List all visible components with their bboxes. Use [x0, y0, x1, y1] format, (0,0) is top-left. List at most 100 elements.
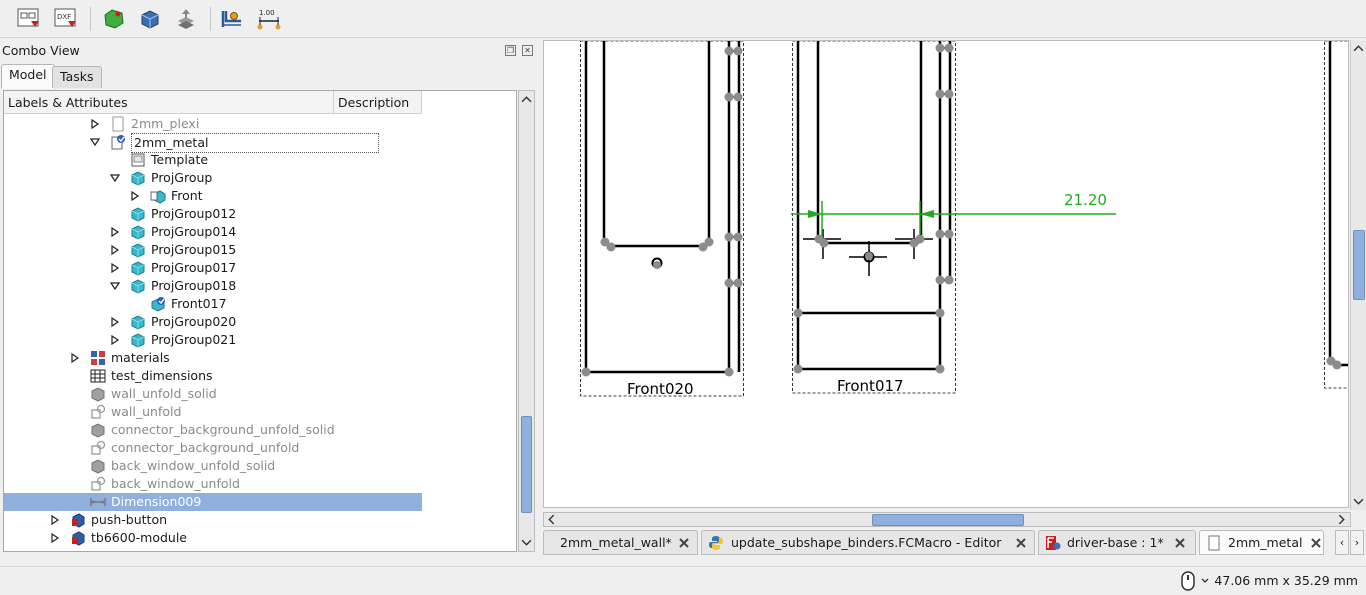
tree-item[interactable]: materials — [4, 349, 422, 367]
view-front020[interactable] — [580, 41, 744, 397]
tree-item[interactable]: ProjGroup014 — [4, 223, 422, 241]
tree-item[interactable]: ProjGroup — [4, 169, 422, 187]
close-icon[interactable] — [678, 537, 690, 549]
chevron-down-icon[interactable] — [90, 137, 100, 147]
tree-item[interactable]: wall_unfold_solid — [4, 385, 422, 403]
close-panel-icon[interactable]: ✕ — [522, 45, 533, 56]
insert-dimension-button[interactable] — [218, 5, 246, 33]
toolbar-separator — [90, 7, 91, 31]
cube-icon — [131, 225, 145, 240]
cube-icon — [131, 261, 145, 276]
tree-item[interactable]: 2mm_plexi — [4, 115, 422, 133]
spreadsheet-icon — [90, 369, 106, 383]
tree-item[interactable]: push-button — [4, 511, 422, 529]
tree-scroll-thumb[interactable] — [521, 416, 532, 513]
chevron-right-icon[interactable] — [110, 227, 120, 237]
close-icon[interactable] — [1310, 537, 1322, 549]
chevron-right-icon[interactable] — [50, 533, 60, 543]
column-header-labels[interactable]: Labels & Attributes — [4, 91, 334, 114]
cube-icon — [131, 315, 145, 330]
doc-tab-driver-base[interactable]: driver-base : 1* — [1038, 530, 1196, 555]
tree-item[interactable]: ProjGroup015 — [4, 241, 422, 259]
spreadsheet-view-icon — [178, 9, 194, 29]
toolbar-separator — [210, 7, 211, 31]
tree-item[interactable]: ProjGroup012 — [4, 205, 422, 223]
tree-item[interactable]: tb6600-module — [4, 529, 422, 547]
tree-item-label: ProjGroup — [151, 170, 213, 185]
drawing-vertical-scroll-thumb[interactable] — [1353, 230, 1365, 300]
tree-item-label: ProjGroup012 — [151, 206, 237, 221]
tree-item[interactable]: Front — [4, 187, 422, 205]
drawing-vertical-scrollbar[interactable] — [1350, 40, 1366, 510]
mouse-icon[interactable] — [1180, 571, 1210, 591]
scroll-left-icon[interactable] — [546, 514, 557, 525]
chevron-right-icon[interactable] — [110, 263, 120, 273]
arch-view-button[interactable] — [136, 5, 164, 33]
doc-tab-2mm-metal-wall[interactable]: 2mm_metal_wall* — [543, 530, 698, 555]
chevron-right-icon[interactable] — [130, 191, 140, 201]
tree-item[interactable]: connector_background_unfold_solid — [4, 421, 422, 439]
chevron-down-icon[interactable] — [110, 173, 120, 183]
scroll-right-icon[interactable] — [1336, 514, 1347, 525]
column-header-description[interactable]: Description — [334, 91, 422, 114]
tree-item[interactable]: ProjGroup020 — [4, 313, 422, 331]
model-tree[interactable]: Labels & Attributes Description 2mm_plex… — [3, 90, 517, 552]
close-icon[interactable] — [1015, 537, 1027, 549]
scroll-down-icon[interactable] — [1353, 496, 1364, 507]
tab-model[interactable]: Model — [1, 64, 55, 89]
scroll-up-icon[interactable] — [1353, 43, 1364, 54]
part-icon — [72, 513, 85, 528]
chevron-down-icon[interactable] — [110, 281, 120, 291]
tree-item-label: ProjGroup017 — [151, 260, 237, 275]
tree-item[interactable]: Front017 — [4, 295, 422, 313]
doc-tab-2mm-metal[interactable]: 2mm_metal — [1199, 530, 1324, 555]
spreadsheet-view-button[interactable] — [172, 5, 200, 33]
tree-item[interactable]: 2mm_metal — [4, 133, 422, 153]
export-dxf-button[interactable]: DXF — [51, 5, 79, 33]
scroll-up-icon[interactable] — [521, 94, 532, 105]
tree-item-label: wall_unfold — [111, 404, 182, 419]
chevron-right-icon[interactable] — [90, 119, 100, 129]
view-label-front020[interactable]: Front020 — [627, 380, 694, 398]
scroll-down-icon[interactable] — [521, 537, 532, 548]
tree-item[interactable]: back_window_unfold_solid — [4, 457, 422, 475]
chevron-right-icon[interactable] — [70, 353, 80, 363]
techdraw-page-view[interactable]: Front020 Front017 21.20 — [543, 40, 1349, 508]
view-label-front017[interactable]: Front017 — [837, 377, 904, 395]
tree-item[interactable]: Template — [4, 151, 422, 169]
drawing-horizontal-scroll-thumb[interactable] — [872, 514, 1024, 526]
export-svg-button[interactable] — [14, 5, 42, 33]
unfold-icon — [91, 404, 106, 419]
tree-item-label: 2mm_plexi — [131, 116, 200, 131]
tree-item[interactable]: back_window_unfold — [4, 475, 422, 493]
dimension-icon — [221, 11, 241, 27]
view-partial-right[interactable] — [1324, 41, 1350, 389]
tab-scroll-right-button[interactable]: › — [1350, 530, 1364, 555]
tree-item-label: back_window_unfold — [111, 476, 240, 491]
chevron-right-icon[interactable] — [110, 317, 120, 327]
tree-item[interactable]: ProjGroup017 — [4, 259, 422, 277]
draft-view-button[interactable] — [100, 5, 128, 33]
tree-item[interactable]: ProjGroup018 — [4, 277, 422, 295]
tab-scroll-left-button[interactable]: ‹ — [1335, 530, 1349, 555]
tree-item[interactable]: connector_background_unfold — [4, 439, 422, 457]
tree-item-label: Template — [151, 152, 209, 167]
drawing-canvas[interactable]: Front020 Front017 21.20 — [544, 41, 1349, 508]
chevron-right-icon[interactable] — [110, 335, 120, 345]
doc-tab-label: driver-base : 1* — [1067, 535, 1164, 550]
combo-view-title: Combo View — [2, 43, 80, 58]
tree-vertical-scrollbar[interactable] — [518, 90, 535, 552]
tree-item[interactable]: test_dimensions — [4, 367, 422, 385]
float-panel-icon[interactable]: ❐ — [505, 45, 516, 56]
doc-tab-macro-editor[interactable]: update_subshape_binders.FCMacro - Editor — [701, 530, 1035, 555]
tree-item[interactable]: ProjGroup021 — [4, 331, 422, 349]
tree-item[interactable]: Dimension009 — [4, 493, 422, 511]
linear-dimension-button[interactable]: 1.00 — [255, 5, 283, 33]
chevron-right-icon[interactable] — [50, 515, 60, 525]
tree-item[interactable]: wall_unfold — [4, 403, 422, 421]
tab-tasks[interactable]: Tasks — [52, 66, 102, 88]
chevron-right-icon[interactable] — [110, 245, 120, 255]
dimension-value[interactable]: 21.20 — [1064, 191, 1107, 209]
drawing-horizontal-scrollbar[interactable] — [543, 512, 1351, 527]
close-icon[interactable] — [1174, 537, 1186, 549]
